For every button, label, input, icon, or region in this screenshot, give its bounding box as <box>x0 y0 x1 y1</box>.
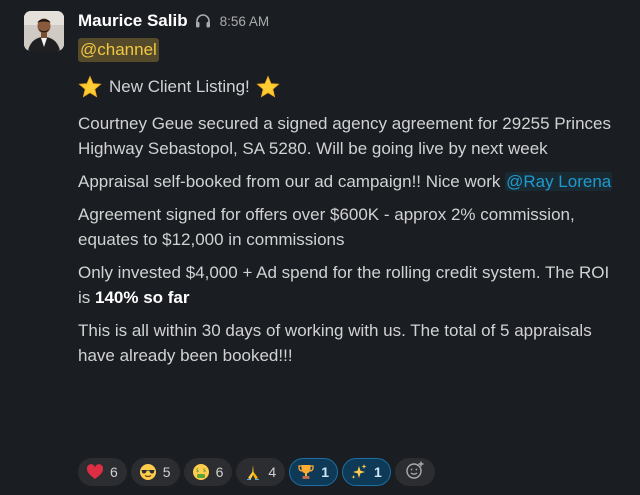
user-mention[interactable]: @Ray Lorena <box>505 172 613 191</box>
message-content: Maurice Salib 8:56 AM @channel New Clien… <box>78 8 626 368</box>
message: Maurice Salib 8:56 AM @channel New Clien… <box>0 0 640 495</box>
avatar-image <box>24 11 64 51</box>
svg-text:$: $ <box>203 468 206 474</box>
reaction-count: 1 <box>321 464 329 480</box>
message-title: New Client Listing! <box>78 74 626 99</box>
reaction-money-mouth[interactable]: $ $ 6 <box>183 458 233 486</box>
trophy-icon <box>297 463 315 481</box>
paragraph-investment: Only invested $4,000 + Ad spend for the … <box>78 260 626 310</box>
paragraph-appraisal: Appraisal self-booked from our ad campai… <box>78 169 626 194</box>
reaction-count: 6 <box>110 464 118 480</box>
timestamp[interactable]: 8:56 AM <box>220 14 270 29</box>
sunglasses-face-icon <box>139 463 157 481</box>
money-mouth-face-icon: $ $ <box>192 463 210 481</box>
headphones-icon <box>194 12 212 30</box>
paragraph-agreement: Agreement signed for offers over $600K -… <box>78 205 575 249</box>
reaction-sparkles[interactable]: 1 <box>341 458 391 486</box>
author-name[interactable]: Maurice Salib <box>78 11 188 31</box>
reaction-count: 4 <box>268 464 277 480</box>
svg-text:$: $ <box>196 468 199 474</box>
reaction-sunglasses[interactable]: 5 <box>130 458 180 486</box>
add-reaction-button[interactable] <box>394 458 435 486</box>
paragraph-summary: This is all within 30 days of working wi… <box>78 321 592 365</box>
message-header: Maurice Salib 8:56 AM <box>78 8 626 34</box>
reaction-folded-hands[interactable]: 4 <box>236 458 286 486</box>
reactions-bar: 6 5 $ $ 6 4 1 1 <box>78 458 435 486</box>
avatar[interactable] <box>24 11 64 51</box>
channel-mention[interactable]: @channel <box>78 38 159 62</box>
reaction-count: 5 <box>162 464 171 480</box>
star-icon <box>256 74 280 99</box>
title-text: New Client Listing! <box>109 77 250 96</box>
folded-hands-icon <box>244 463 262 481</box>
reaction-count: 6 <box>215 464 224 480</box>
reaction-trophy[interactable]: 1 <box>289 458 338 486</box>
paragraph-listing: Courtney Geue secured a signed agency ag… <box>78 114 611 158</box>
reaction-heart[interactable]: 6 <box>78 458 127 486</box>
add-reaction-icon <box>405 460 425 485</box>
star-icon <box>78 74 102 99</box>
heart-icon <box>86 463 104 481</box>
reaction-count: 1 <box>373 464 382 480</box>
sparkles-icon <box>350 463 368 481</box>
roi-highlight: 140% so far <box>95 288 190 307</box>
paragraph-appraisal-text: Appraisal self-booked from our ad campai… <box>78 172 506 191</box>
